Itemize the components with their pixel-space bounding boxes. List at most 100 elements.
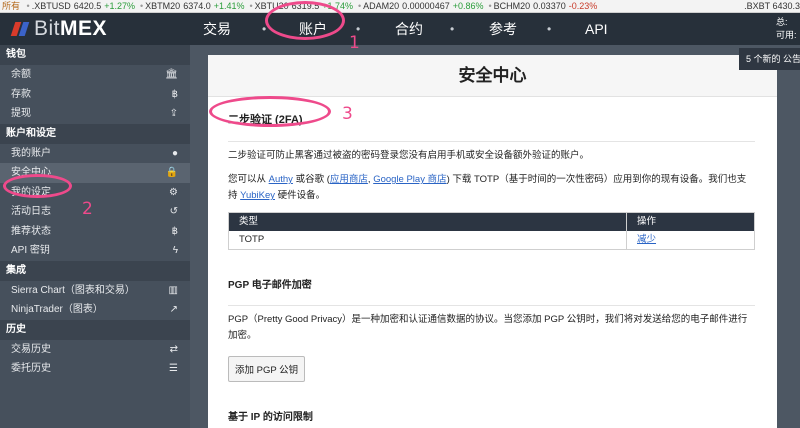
ticker-separator: •: [357, 1, 362, 11]
sidebar-item[interactable]: 活动日志 ↺: [0, 202, 190, 222]
table-header: 类型 操作: [229, 213, 754, 231]
ip-restriction-heading: 基于 IP 的访问限制: [228, 412, 313, 423]
sidebar-section-title: 集成: [0, 260, 190, 281]
ticker-symbol: XBTU20: [254, 1, 289, 11]
sidebar-item[interactable]: 余额 🏛: [0, 65, 190, 85]
nav-reference[interactable]: 参考: [489, 13, 517, 45]
authy-link[interactable]: Authy: [269, 174, 293, 185]
balance-total-label: 总:: [776, 17, 788, 27]
ticker-symbol: .XBTUSD: [31, 1, 71, 11]
ticker-change: +1.41%: [213, 1, 245, 11]
ticker-separator: •: [249, 1, 253, 11]
ticker-symbol: ADAM20: [363, 1, 400, 11]
ticker-change: -0.23%: [568, 1, 598, 11]
text-fragment: 或谷歌 (: [292, 174, 330, 185]
sidebar-item-label: 我的账户: [11, 147, 51, 159]
play-store-link[interactable]: Google Play 商店: [373, 174, 446, 185]
yubikey-link[interactable]: YubiKey: [240, 190, 275, 201]
pgp-description: PGP（Pretty Good Privacy）是一种加密和认证通信数据的协议。…: [228, 314, 748, 341]
sidebar-item-label: 余额: [11, 69, 31, 80]
sidebar-section-title: 钱包: [0, 45, 190, 65]
list-icon: ☰: [169, 363, 178, 374]
sidebar-item[interactable]: 交易历史 ⇄: [0, 340, 190, 360]
ticker-right-price: 6430.3: [772, 1, 800, 11]
sidebar-item[interactable]: 委托历史 ☰: [0, 359, 190, 379]
bar-chart-icon: ▥: [168, 284, 178, 296]
ticker-separator: •: [140, 1, 144, 11]
page-title: 安全中心: [208, 55, 777, 97]
sidebar-item[interactable]: 我的设定 ⚙: [0, 183, 190, 203]
ticker-right-symbol: .BXBT: [744, 1, 770, 11]
sidebar-item-label: API 密钥: [11, 245, 50, 256]
ticker-all-link[interactable]: 所有: [0, 1, 24, 11]
sidebar-item[interactable]: 安全中心 🔒: [0, 163, 190, 183]
bitcoin-icon: ฿: [171, 225, 178, 237]
ticker-right[interactable]: .BXBT 6430.3: [740, 0, 800, 12]
sidebar-item-label: 活动日志: [11, 206, 51, 217]
cell-type: TOTP: [229, 231, 627, 249]
column-header-action: 操作: [637, 216, 657, 227]
nav-account[interactable]: 账户: [299, 13, 327, 45]
annotation-number-1: 1: [349, 33, 360, 53]
ticker-item[interactable]: • XBTU20 6319.5 +1.74%: [250, 1, 353, 11]
sidebar-item[interactable]: NinjaTrader（图表） ↗: [0, 300, 190, 320]
ticker-item[interactable]: • BCHM20 0.03370 -0.23%: [489, 1, 598, 11]
table-row: TOTP 减少: [229, 231, 754, 249]
sidebar-item-label: 推荐状态: [11, 225, 51, 237]
nav-separator-dot: •: [547, 22, 552, 36]
bank-icon: 🏛: [165, 69, 178, 80]
logo-mex: MEX: [60, 17, 108, 40]
sidebar-item-label: 委托历史: [11, 363, 51, 374]
sidebar-section-title: 账户和设定: [0, 123, 190, 144]
ticker-symbol: XBTM20: [145, 1, 181, 11]
sidebar-item[interactable]: API 密钥 ϟ: [0, 241, 190, 261]
upload-icon: ⇪: [169, 108, 178, 119]
sidebar-item[interactable]: 推荐状态 ฿: [0, 222, 190, 242]
sidebar-item[interactable]: 提现 ⇪: [0, 104, 190, 124]
nav-api[interactable]: API: [585, 13, 608, 45]
annotation-number-2: 2: [82, 199, 93, 219]
user-icon: ●: [171, 147, 178, 159]
sidebar-item[interactable]: Sierra Chart（图表和交易） ▥: [0, 281, 190, 301]
sidebar-item-label: 提现: [11, 108, 31, 119]
bolt-icon: ϟ: [172, 245, 178, 256]
twofa-apps-text: 您可以从 Authy 或谷歌 (应用商店, Google Play 商店) 下载…: [228, 172, 755, 204]
twofa-description: 二步验证可防止黑客通过被盗的密码登录您没有启用手机或安全设备额外验证的账户。: [228, 150, 590, 161]
sidebar-item[interactable]: 我的账户 ●: [0, 144, 190, 164]
divider: [228, 141, 755, 142]
ticker-item[interactable]: • XBTM20 6374.0 +1.41%: [140, 1, 244, 11]
logo-bit: Bit: [34, 17, 61, 40]
announcements-notice[interactable]: 5 个新的 公告: [739, 48, 800, 70]
ticker-change: +0.86%: [452, 1, 484, 11]
remove-2fa-link[interactable]: 减少: [637, 234, 656, 245]
top-nav: BitMEX 交易 • 账户 • 合约 • 参考 • API 总: 可用:: [0, 13, 800, 45]
ticker-price: 6374.0: [183, 1, 211, 11]
balance-summary[interactable]: 总: 可用:: [776, 13, 800, 45]
bitmex-logo[interactable]: BitMEX: [10, 17, 108, 40]
ticker-separator: •: [26, 1, 30, 11]
twofa-heading: 二步验证 (2FA): [228, 114, 303, 126]
nav-trade[interactable]: 交易: [203, 13, 231, 45]
security-center-panel: 安全中心 二步验证 (2FA) 二步验证可防止黑客通过被盗的密码登录您没有启用手…: [208, 55, 777, 428]
sidebar-item-label: 我的设定: [11, 186, 51, 198]
ticker-price: 6420.5: [73, 1, 102, 11]
ticker-separator: •: [488, 1, 492, 11]
app-store-link[interactable]: 应用商店: [330, 174, 368, 185]
add-pgp-key-button[interactable]: 添加 PGP 公钥: [228, 356, 306, 382]
ticker-item[interactable]: • .XBTUSD 6420.5 +1.27%: [27, 1, 135, 11]
sidebar-item-label: 存款: [11, 88, 31, 100]
ticker-change: +1.74%: [322, 1, 353, 11]
nav-separator-dot: •: [262, 22, 267, 36]
line-chart-icon: ↗: [169, 304, 178, 315]
sidebar-item[interactable]: 存款 ฿: [0, 85, 190, 105]
text-fragment: 硬件设备。: [275, 190, 326, 201]
ticker-change: +1.27%: [104, 1, 136, 11]
sidebar-item-label: 交易历史: [11, 343, 51, 355]
nav-separator-dot: •: [450, 22, 455, 36]
nav-contracts[interactable]: 合约: [395, 13, 423, 45]
ticker-item[interactable]: • ADAM20 0.00000467 +0.86%: [358, 1, 484, 11]
text-fragment: 您可以从: [228, 174, 269, 185]
ticker-price: 0.00000467: [402, 1, 450, 11]
logo-mark-icon: [10, 21, 30, 37]
twofa-table: 类型 操作 TOTP 减少: [228, 212, 755, 250]
